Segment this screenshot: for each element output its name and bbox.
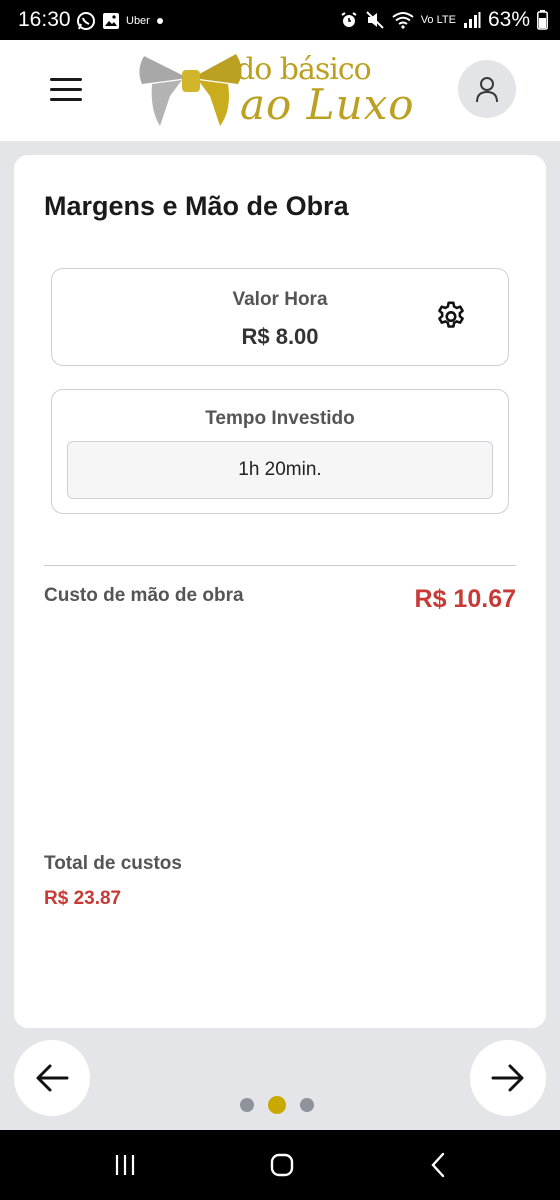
divider bbox=[44, 565, 516, 566]
total-costs-value: R$ 23.87 bbox=[44, 888, 122, 909]
valor-hora-settings-button[interactable] bbox=[434, 300, 468, 334]
app-header: do básico ao Luxo bbox=[0, 40, 560, 141]
menu-icon bbox=[50, 78, 82, 81]
alarm-icon bbox=[341, 12, 357, 27]
home-icon bbox=[270, 1153, 294, 1177]
total-costs-label: Total de custos bbox=[44, 853, 182, 874]
dot-icon bbox=[156, 18, 163, 24]
mute-icon bbox=[365, 11, 384, 29]
logo: do básico ao Luxo bbox=[136, 50, 418, 130]
menu-icon-bar bbox=[50, 88, 82, 91]
profile-button[interactable] bbox=[458, 60, 516, 118]
status-bar: 16:30 Uber Vo LTE 63% bbox=[0, 0, 560, 40]
back-icon bbox=[431, 1152, 445, 1178]
signal-icon bbox=[463, 12, 481, 28]
logo-line-2: ao Luxo bbox=[240, 80, 415, 129]
gallery-icon bbox=[103, 13, 119, 29]
main-card: Margens e Mão de Obra Valor Hora R$ 8.00… bbox=[14, 155, 546, 1028]
status-time: 16:30 bbox=[18, 8, 71, 31]
page-dot[interactable] bbox=[300, 1098, 314, 1112]
notification-icons: Uber bbox=[76, 11, 164, 31]
gear-icon bbox=[438, 301, 464, 328]
back-button[interactable] bbox=[418, 1148, 458, 1182]
system-icons: Vo LTE 63% bbox=[340, 8, 548, 32]
wifi-icon bbox=[392, 12, 414, 29]
page-title: Margens e Mão de Obra bbox=[44, 191, 349, 221]
battery-level: 63% bbox=[487, 8, 530, 31]
home-button[interactable] bbox=[262, 1148, 302, 1182]
system-navigation-bar bbox=[0, 1130, 560, 1200]
arrow-left-icon bbox=[36, 1064, 69, 1092]
page-dot[interactable] bbox=[240, 1098, 254, 1112]
arrow-right-icon bbox=[491, 1064, 524, 1092]
battery-icon bbox=[537, 10, 548, 30]
previous-button[interactable] bbox=[14, 1040, 90, 1116]
valor-hora-box: Valor Hora R$ 8.00 bbox=[51, 268, 509, 366]
menu-icon-bar bbox=[50, 98, 82, 101]
menu-button[interactable] bbox=[44, 70, 88, 110]
recent-apps-icon bbox=[115, 1155, 135, 1175]
uber-icon: Uber bbox=[126, 15, 150, 27]
tempo-investido-box: Tempo Investido 1h 20min. bbox=[51, 389, 509, 514]
recent-apps-button[interactable] bbox=[105, 1148, 145, 1182]
next-button[interactable] bbox=[470, 1040, 546, 1116]
page-indicator bbox=[240, 1096, 314, 1114]
labor-cost-value: R$ 10.67 bbox=[414, 585, 516, 613]
tempo-investido-input[interactable]: 1h 20min. bbox=[67, 441, 493, 499]
user-icon bbox=[476, 77, 498, 103]
bow-logo-icon bbox=[139, 54, 242, 126]
tempo-investido-label: Tempo Investido bbox=[205, 408, 355, 429]
page-dot-active[interactable] bbox=[268, 1096, 286, 1114]
whatsapp-icon bbox=[77, 12, 95, 30]
labor-cost-label: Custo de mão de obra bbox=[44, 585, 244, 606]
volte-icon: Vo LTE bbox=[420, 14, 456, 26]
